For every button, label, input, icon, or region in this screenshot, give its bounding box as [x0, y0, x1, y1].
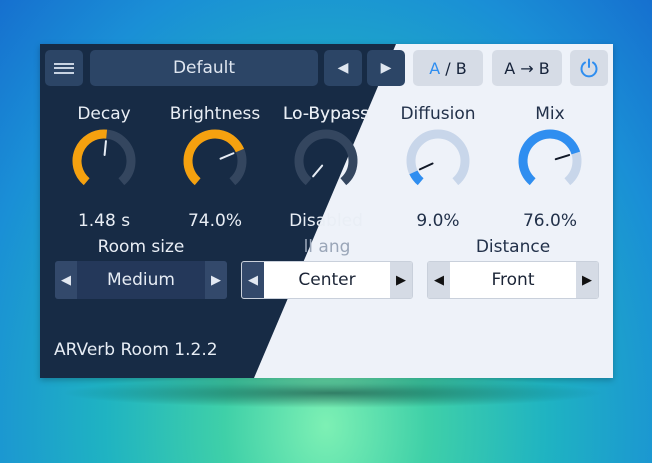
room-size-value: Medium: [107, 270, 175, 290]
next-preset-button[interactable]: ▶: [367, 50, 405, 86]
power-icon: [580, 58, 598, 78]
distance-next-button[interactable]: ▶: [576, 262, 598, 298]
knob-value-arc: [409, 170, 424, 186]
ab-b-label: B: [455, 58, 467, 78]
copy-a-to-b-button[interactable]: A → B: [492, 50, 562, 86]
knob-value-arc: [72, 129, 108, 186]
knob-dial[interactable]: [182, 128, 248, 194]
knob-value-arc: [518, 129, 581, 186]
knob-pointer: [103, 140, 107, 157]
knob-value: 9.0%: [416, 211, 460, 231]
knob-pointer: [554, 154, 571, 161]
ab-separator: /: [440, 58, 456, 78]
distance-title: Distance: [475, 237, 551, 257]
room-size-next-button[interactable]: ▶: [205, 261, 227, 299]
wall-angle-next-button[interactable]: ▶: [390, 262, 412, 298]
knob-dial[interactable]: [517, 128, 583, 194]
prev-preset-button[interactable]: ◀: [324, 50, 362, 86]
knob-pointer: [418, 162, 434, 171]
knob-pointer: [312, 164, 324, 178]
menu-button[interactable]: [45, 50, 83, 86]
knob-dial[interactable]: [71, 128, 137, 194]
plugin-window: Default ◀ ▶ A / B A → B Decay 1.48 s Bri…: [40, 44, 613, 378]
knob-track: [294, 129, 358, 186]
wall-angle-prev-button[interactable]: ◀: [242, 262, 264, 298]
knob-dial[interactable]: [405, 128, 471, 194]
room-size-prev-button[interactable]: ◀: [55, 261, 77, 299]
knob-label: Mix: [535, 104, 565, 124]
distance-value: Front: [491, 270, 535, 290]
knob-value-arc: [183, 129, 245, 186]
wall-angle-selector[interactable]: ◀ Center ▶: [241, 261, 413, 299]
knob-dial[interactable]: [293, 128, 359, 194]
hamburger-icon: [54, 60, 74, 76]
ab-a-label: A: [429, 58, 441, 78]
plugin-version-label: ARVerb Room 1.2.2: [54, 340, 218, 360]
knob-label: Diffusion: [400, 104, 476, 124]
knob-value: Disabled: [289, 211, 363, 231]
preset-name[interactable]: Default: [90, 50, 318, 86]
ab-toggle-button[interactable]: A / B: [413, 50, 483, 86]
power-button[interactable]: [570, 50, 608, 86]
plugin-shadow: [60, 378, 605, 408]
knob-value: 76.0%: [522, 211, 577, 231]
room-size-selector[interactable]: ◀ Medium ▶: [55, 261, 227, 299]
distance-prev-button[interactable]: ◀: [428, 262, 450, 298]
wall-angle-value: Center: [298, 270, 356, 290]
wall-angle-title: ll ang: [303, 237, 351, 257]
room-size-title: Room size: [97, 237, 185, 257]
knob-label: Lo-Bypass: [282, 104, 370, 124]
distance-selector[interactable]: ◀ Front ▶: [427, 261, 599, 299]
knob-pointer: [219, 152, 235, 160]
